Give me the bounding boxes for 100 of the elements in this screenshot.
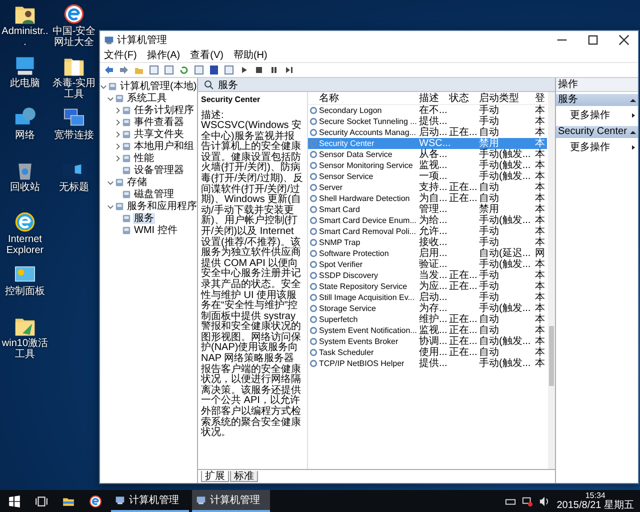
tree-item[interactable]: 共享文件夹: [133, 128, 185, 140]
service-row[interactable]: Secondary Logon 在不... 手动 本: [308, 105, 547, 116]
description-cell-text: 为存...: [419, 303, 448, 314]
section-title: 服务: [558, 94, 578, 106]
taskbar-app-button[interactable]: 计算机管理: [192, 490, 270, 512]
startup-type-cell-text: 自动: [479, 193, 500, 204]
chevron-down-icon[interactable]: [107, 178, 114, 186]
service-row[interactable]: Software Protection 启用... 自动(延迟... 网: [308, 248, 547, 259]
service-row[interactable]: Sensor Data Service 从各... 手动(触发... 本: [308, 149, 547, 160]
clock-time[interactable]: 15:34: [585, 491, 606, 501]
menu-item[interactable]: 帮助(H): [233, 48, 268, 62]
chevron-down-icon[interactable]: [107, 94, 114, 102]
tree-item[interactable]: 系统工具: [126, 92, 168, 104]
tree-item[interactable]: 性能: [133, 152, 155, 164]
description-cell-text: 当发...: [419, 270, 448, 281]
startup-type-cell-text: 手动: [479, 281, 500, 292]
tree-item[interactable]: 事件查看器: [133, 116, 185, 128]
service-row[interactable]: System Event Notification... 监视... 正在... 自动 本: [308, 325, 547, 336]
chevron-right-icon[interactable]: [114, 130, 121, 138]
refresh-icon[interactable]: [179, 65, 189, 75]
chevron-right-icon[interactable]: [114, 154, 121, 162]
actions-section[interactable]: Security Center: [556, 126, 638, 138]
fwd-icon[interactable]: [119, 65, 129, 75]
tree-item[interactable]: 本地用户和组: [133, 140, 195, 152]
browser-e-icon[interactable]: [62, 2, 86, 26]
service-row[interactable]: Task Scheduler 使用... 正在... 自动 本: [308, 347, 547, 358]
tree-item[interactable]: 设备管理器: [133, 164, 185, 176]
service-row[interactable]: SNMP Trap 接收... 手动 本: [308, 237, 547, 248]
scrollbar[interactable]: [548, 92, 555, 469]
collapse-arrow-icon[interactable]: [630, 98, 636, 102]
restart-icon[interactable]: [284, 65, 294, 75]
action-link[interactable]: 更多操作: [570, 108, 610, 122]
tree-item[interactable]: 服务和应用程序: [126, 200, 198, 212]
tree-item[interactable]: 任务计划程序: [133, 104, 195, 116]
description-cell-text: 从各...: [419, 149, 448, 160]
task-view-icon[interactable]: [35, 494, 48, 508]
startup-type-cell-text: 自动(触发...: [479, 336, 532, 347]
network-error-icon[interactable]: [522, 496, 533, 506]
tab[interactable]: 扩展: [201, 471, 229, 482]
tree-item[interactable]: 计算机管理(本地): [119, 80, 198, 92]
column-header[interactable]: 登: [535, 92, 547, 104]
tree-item[interactable]: 存储: [126, 176, 148, 188]
tree-item[interactable]: 磁盘管理: [133, 188, 175, 200]
desktop-icon-label: 此电脑: [9, 78, 41, 89]
chevron-right-icon[interactable]: [114, 106, 121, 114]
windows-logo-icon[interactable]: [8, 494, 21, 508]
service-row[interactable]: SSDP Discovery 当发... 正在... 手动 本: [308, 270, 547, 281]
column-header[interactable]: 状态: [449, 92, 479, 104]
computer-icon[interactable]: [13, 54, 37, 78]
service-row[interactable]: Spot Verifier 验证... 手动(触发... 本: [308, 259, 547, 270]
tree-node-icon: [122, 166, 131, 174]
back-icon[interactable]: [104, 65, 114, 75]
service-row[interactable]: Security Accounts Manag... 启动... 正在... 自动 本: [308, 127, 547, 138]
browser-e-icon[interactable]: [89, 494, 102, 508]
tree-item[interactable]: WMI 控件: [133, 224, 178, 236]
magnifier-icon: [204, 80, 214, 90]
service-row[interactable]: Smart Card Device Enum... 为给... 手动(触发... 本: [308, 215, 547, 226]
service-name-cell-text: Software Protection: [319, 248, 390, 259]
service-row[interactable]: Storage Service 为存... 手动(触发... 本: [308, 303, 547, 314]
chevron-down-icon[interactable]: [100, 82, 107, 90]
play-icon[interactable]: [239, 65, 249, 75]
speaker-icon[interactable]: [538, 496, 550, 506]
service-row[interactable]: Sensor Monitoring Service 监视... 手动(触发... 本: [308, 160, 547, 171]
logon-cell-text: 本: [535, 193, 546, 204]
pause-icon[interactable]: [269, 65, 279, 75]
description-cell-text: 接收...: [419, 237, 448, 248]
startup-type-cell-text: 手动: [479, 116, 500, 127]
menu-item[interactable]: 文件(F): [104, 48, 137, 62]
service-row[interactable]: Secure Socket Tunneling ... 提供... 手动 本: [308, 116, 547, 127]
service-row[interactable]: Smart Card 管理... 禁用 本: [308, 204, 547, 215]
service-row[interactable]: Server 支持... 正在... 自动 本: [308, 182, 547, 193]
menu-item[interactable]: 查看(V): [190, 48, 224, 62]
service-name-cell-text: State Repository Service: [319, 281, 408, 292]
tree-node-icon: [122, 190, 131, 198]
tab[interactable]: 标准: [230, 471, 258, 482]
startup-type-cell-text: 自动: [479, 347, 500, 358]
stop-icon[interactable]: [254, 65, 264, 75]
service-row[interactable]: Smart Card Removal Poli... 允许... 手动 本: [308, 226, 547, 237]
chevron-right-icon[interactable]: [114, 118, 121, 126]
chevron-right-icon[interactable]: [114, 142, 121, 150]
service-row[interactable]: Superfetch 维护... 正在... 自动 本: [308, 314, 547, 325]
service-row[interactable]: State Repository Service 为应... 正在... 手动 本: [308, 281, 547, 292]
actions-section[interactable]: 服务: [556, 94, 638, 106]
service-row[interactable]: System Events Broker 协调... 正在... 自动(触发... 本: [308, 336, 547, 347]
action-link[interactable]: 更多操作: [570, 140, 610, 154]
chevron-down-icon[interactable]: [107, 202, 114, 210]
taskbar-app-button[interactable]: 计算机管理: [111, 490, 189, 512]
startup-type-cell-text: 自动: [479, 182, 500, 193]
column-header[interactable]: 名称: [319, 92, 419, 104]
service-row[interactable]: Still Image Acquisition Ev... 启动... 手动 本: [308, 292, 547, 303]
service-row[interactable]: Sensor Service 一项... 手动(触发... 本: [308, 171, 547, 182]
column-header[interactable]: 启动类型: [479, 92, 535, 104]
column-header[interactable]: 描述: [419, 92, 449, 104]
browser-e-icon[interactable]: [13, 210, 37, 234]
tree-item[interactable]: 服务: [133, 212, 155, 224]
clock-date[interactable]: 2015/8/21 星期五: [556, 501, 634, 511]
collapse-arrow-icon[interactable]: [630, 130, 636, 134]
service-row[interactable]: TCP/IP NetBIOS Helper 提供... 手动(触发... 本: [308, 358, 547, 369]
menu-item[interactable]: 操作(A): [146, 48, 180, 62]
service-row[interactable]: Shell Hardware Detection 为自... 正在... 自动 本: [308, 193, 547, 204]
